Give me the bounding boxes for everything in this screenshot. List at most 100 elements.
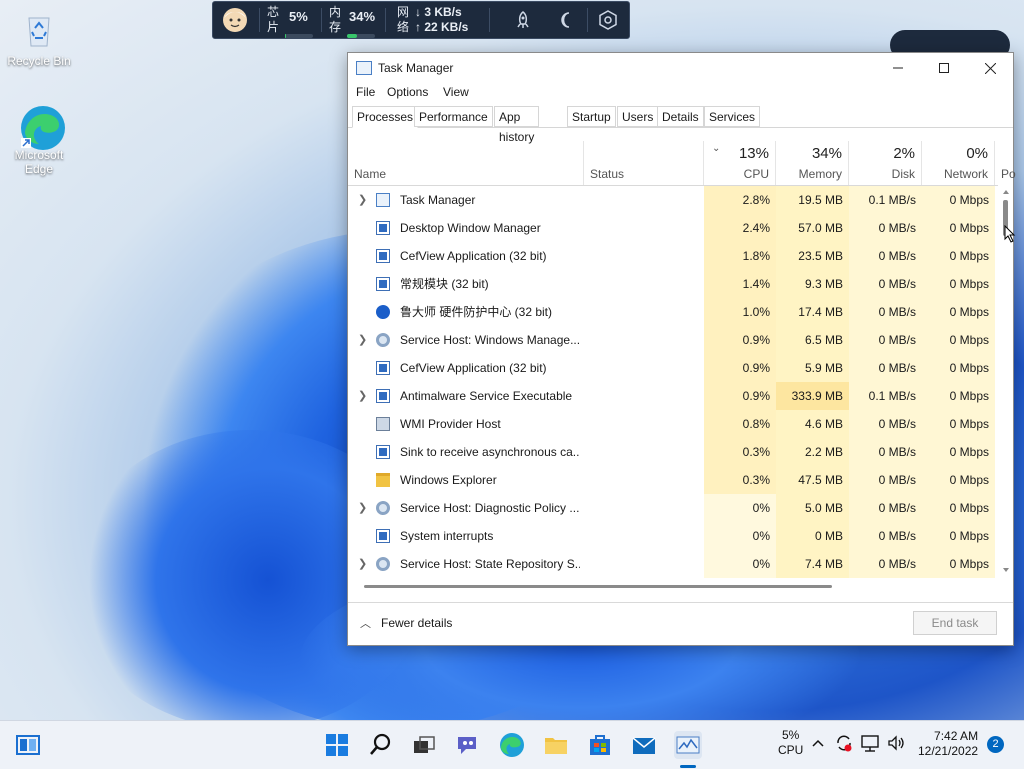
mail-icon[interactable]	[630, 731, 658, 759]
task-view-icon[interactable]	[410, 731, 438, 759]
task-manager-icon[interactable]	[674, 731, 702, 759]
process-network: 0 Mbps	[922, 550, 995, 578]
tab-startup[interactable]: Startup	[567, 106, 616, 127]
table-row[interactable]: CefView Application (32 bit) 1.8% 23.5 MB 0…	[348, 242, 998, 270]
chevron-up-icon[interactable]	[810, 735, 826, 754]
edge-icon[interactable]	[498, 731, 526, 759]
sync-icon[interactable]	[834, 733, 854, 756]
table-row[interactable]: WMI Provider Host 0.8% 4.6 MB 0 MB/s 0 Mbps	[348, 410, 998, 438]
rocket-icon[interactable]	[513, 2, 533, 38]
expand-chevron-icon[interactable]: ❯	[358, 550, 368, 578]
column-cpu[interactable]: ⌄ 13% CPU	[704, 141, 776, 185]
table-row[interactable]: Windows Explorer 0.3% 47.5 MB 0 MB/s 0 Mbps	[348, 466, 998, 494]
task-manager-icon	[356, 61, 372, 75]
network-icon[interactable]	[860, 733, 880, 756]
table-row[interactable]: ❯ Antimalware Service Executable 0.9% 333.9…	[348, 382, 998, 410]
horizontal-scrollbar[interactable]	[354, 581, 994, 591]
tab-details[interactable]: Details	[657, 106, 704, 127]
sort-chevron-down-icon: ⌄	[712, 143, 721, 154]
system-monitor-bar[interactable]: 芯片 5% 内存 34% 网络 ↓ 3 KB/s ↑ 22 KB/s	[212, 1, 630, 39]
process-disk: 0 MB/s	[849, 242, 922, 270]
notification-badge[interactable]: 2	[987, 736, 1004, 753]
tab-processes[interactable]: Processes	[352, 106, 419, 128]
menu-view[interactable]: View	[443, 85, 469, 99]
app-icon	[376, 361, 390, 375]
process-cpu: 1.0%	[704, 298, 776, 326]
monitor-net: ↓ 3 KB/s ↑ 22 KB/s	[415, 2, 468, 38]
column-disk[interactable]: 2% Disk	[849, 141, 922, 185]
table-row[interactable]: ❯ Service Host: Windows Manage... 0.9% 6.5 …	[348, 326, 998, 354]
clock[interactable]: 7:42 AM 12/21/2022	[918, 729, 978, 759]
process-memory: 57.0 MB	[776, 214, 849, 242]
column-name[interactable]: Name	[348, 141, 584, 185]
process-name: CefView Application (32 bit)	[400, 249, 547, 263]
tab-performance[interactable]: Performance	[414, 106, 493, 127]
process-cpu: 2.4%	[704, 214, 776, 242]
menu-options[interactable]: Options	[387, 85, 428, 99]
process-memory: 5.9 MB	[776, 354, 849, 382]
expand-chevron-icon[interactable]: ❯	[358, 186, 368, 214]
tab-users[interactable]: Users	[617, 106, 659, 127]
table-row[interactable]: 常规模块 (32 bit) 1.4% 9.3 MB 0 MB/s 0 Mbps	[348, 270, 998, 298]
process-memory: 23.5 MB	[776, 242, 849, 270]
process-name: Desktop Window Manager	[400, 221, 541, 235]
settings-hex-icon[interactable]	[597, 2, 619, 38]
table-row[interactable]: Sink to receive asynchronous ca... 0.3% 2.…	[348, 438, 998, 466]
expand-chevron-icon[interactable]: ❯	[358, 382, 368, 410]
end-task-button[interactable]: End task	[913, 611, 997, 635]
column-memory[interactable]: 34% Memory	[776, 141, 849, 185]
start-icon[interactable]	[323, 731, 351, 759]
expand-chevron-icon[interactable]: ❯	[358, 494, 368, 522]
process-memory: 2.2 MB	[776, 438, 849, 466]
maximize-button[interactable]	[921, 53, 967, 83]
process-cpu: 0.9%	[704, 382, 776, 410]
tab-services[interactable]: Services	[704, 106, 761, 127]
file-explorer-icon[interactable]	[542, 731, 570, 759]
footer-bar: ︿ Fewer details End task	[348, 602, 1013, 645]
table-row[interactable]: Desktop Window Manager 2.4% 57.0 MB 0 MB/s 0…	[348, 214, 998, 242]
process-name: WMI Provider Host	[400, 417, 501, 431]
fewer-details-button[interactable]: ︿ Fewer details	[360, 615, 452, 631]
close-button[interactable]	[967, 53, 1013, 83]
process-cpu: 0.9%	[704, 326, 776, 354]
table-row[interactable]: ❯ Service Host: Diagnostic Policy ... 0% 5.…	[348, 494, 998, 522]
process-name: Sink to receive asynchronous ca...	[400, 445, 580, 459]
search-icon[interactable]	[367, 731, 395, 759]
fewer-details-label: Fewer details	[381, 616, 453, 630]
table-row[interactable]: ❯ Service Host: State Repository S... 0% 7.…	[348, 550, 998, 578]
process-network: 0 Mbps	[922, 354, 995, 382]
process-disk: 0 MB/s	[849, 522, 922, 550]
minimize-button[interactable]	[875, 53, 921, 83]
widgets-icon[interactable]	[14, 731, 42, 759]
table-row[interactable]: ❯ Task Manager 2.8% 19.5 MB 0.1 MB/s 0 Mbps	[348, 186, 998, 214]
column-network[interactable]: 0% Network	[922, 141, 995, 185]
table-row[interactable]: CefView Application (32 bit) 0.9% 5.9 MB 0 …	[348, 354, 998, 382]
table-row[interactable]: System interrupts 0% 0 MB 0 MB/s 0 Mbps	[348, 522, 998, 550]
process-memory: 333.9 MB	[776, 382, 849, 410]
app-icon	[376, 277, 390, 291]
process-status	[584, 466, 704, 494]
process-name: Service Host: Windows Manage...	[400, 333, 580, 347]
desktop-icon-recycle-bin[interactable]: Recycle Bin	[4, 10, 74, 68]
app-icon	[376, 529, 390, 543]
chat-icon[interactable]	[454, 731, 482, 759]
tab-app-history[interactable]: App history	[494, 106, 540, 144]
app-icon	[376, 445, 390, 459]
store-icon[interactable]	[586, 731, 614, 759]
volume-icon[interactable]	[886, 733, 906, 756]
tray-cpu[interactable]: 5% CPU	[778, 728, 803, 758]
process-name: Service Host: Diagnostic Policy ...	[400, 501, 580, 515]
table-row[interactable]: 鲁大师 硬件防护中心 (32 bit) 1.0% 17.4 MB 0 MB/s 0 Mb…	[348, 298, 998, 326]
expand-chevron-icon[interactable]: ❯	[358, 326, 368, 354]
shield-icon	[376, 305, 390, 319]
column-power-partial[interactable]: Po	[995, 141, 1016, 185]
process-name: 鲁大师 硬件防护中心 (32 bit)	[400, 305, 553, 319]
desktop-icon-edge[interactable]: Microsoft Edge	[4, 104, 74, 176]
task-manager-window[interactable]: Task Manager File Options View Processes…	[347, 52, 1016, 646]
title-bar[interactable]: Task Manager	[348, 53, 1013, 83]
process-cpu: 2.8%	[704, 186, 776, 214]
column-status[interactable]: Status	[584, 141, 704, 185]
moon-icon[interactable]	[557, 2, 577, 38]
menu-file[interactable]: File	[356, 85, 375, 99]
process-name: 常规模块 (32 bit)	[400, 277, 489, 291]
